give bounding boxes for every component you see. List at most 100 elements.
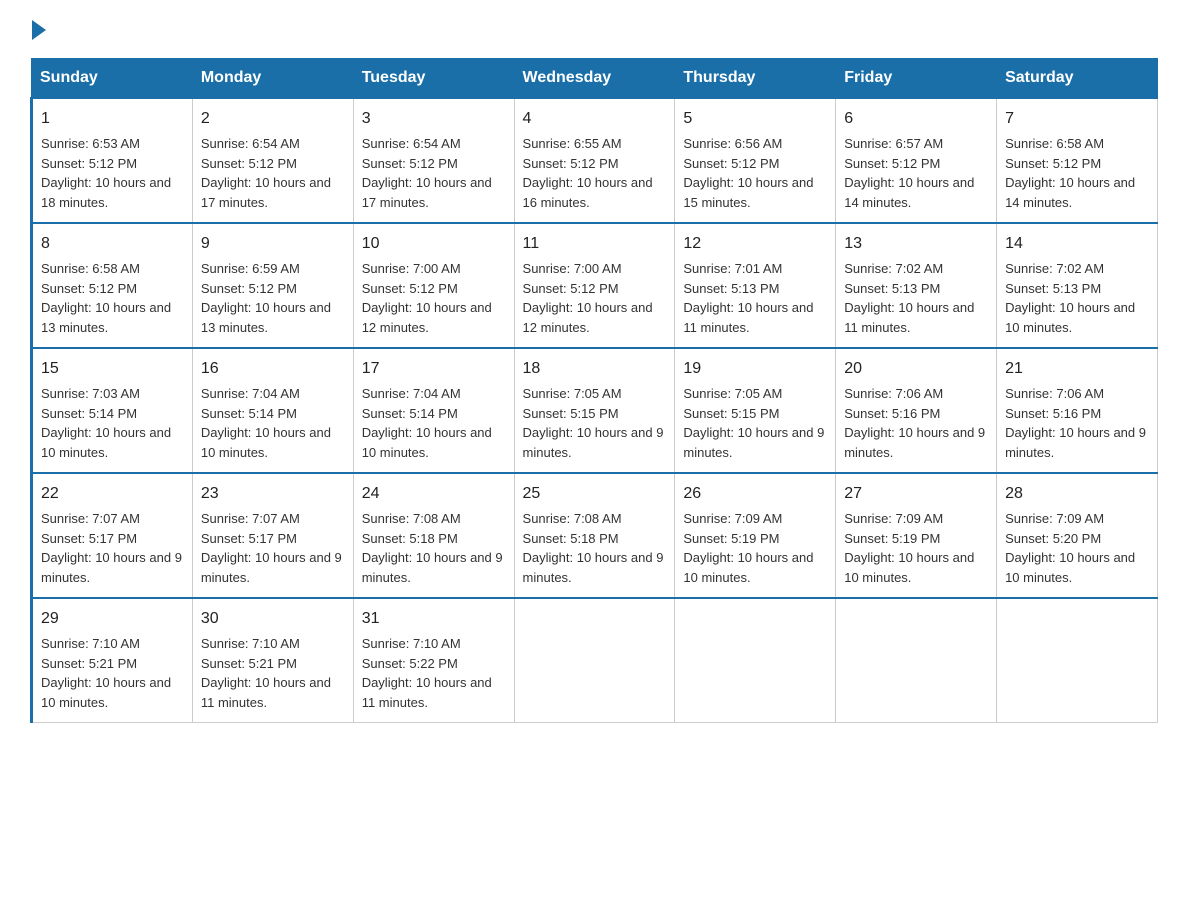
day-number: 11 [523,232,667,256]
day-sunrise: Sunrise: 7:10 AM [201,634,345,654]
day-number: 20 [844,357,988,381]
day-daylight: Daylight: 10 hours and 14 minutes. [1005,173,1149,212]
weekday-header-wednesday: Wednesday [514,59,675,99]
day-sunset: Sunset: 5:13 PM [683,279,827,299]
day-daylight: Daylight: 10 hours and 9 minutes. [523,548,667,587]
day-sunrise: Sunrise: 7:07 AM [201,509,345,529]
day-sunrise: Sunrise: 7:00 AM [362,259,506,279]
calendar-day-cell [836,598,997,723]
day-daylight: Daylight: 10 hours and 10 minutes. [844,548,988,587]
day-sunrise: Sunrise: 7:01 AM [683,259,827,279]
day-sunrise: Sunrise: 6:56 AM [683,134,827,154]
day-sunrise: Sunrise: 7:02 AM [1005,259,1149,279]
day-sunset: Sunset: 5:19 PM [844,529,988,549]
day-sunrise: Sunrise: 7:10 AM [362,634,506,654]
day-sunrise: Sunrise: 7:04 AM [362,384,506,404]
day-sunrise: Sunrise: 7:00 AM [523,259,667,279]
calendar-header: SundayMondayTuesdayWednesdayThursdayFrid… [32,59,1158,99]
weekday-header-friday: Friday [836,59,997,99]
day-sunset: Sunset: 5:15 PM [523,404,667,424]
day-daylight: Daylight: 10 hours and 10 minutes. [1005,548,1149,587]
day-sunset: Sunset: 5:21 PM [41,654,184,674]
day-number: 3 [362,107,506,131]
day-sunrise: Sunrise: 7:08 AM [362,509,506,529]
day-daylight: Daylight: 10 hours and 15 minutes. [683,173,827,212]
day-daylight: Daylight: 10 hours and 17 minutes. [201,173,345,212]
day-number: 31 [362,607,506,631]
day-daylight: Daylight: 10 hours and 9 minutes. [41,548,184,587]
day-sunrise: Sunrise: 7:05 AM [683,384,827,404]
day-number: 12 [683,232,827,256]
day-daylight: Daylight: 10 hours and 16 minutes. [523,173,667,212]
day-daylight: Daylight: 10 hours and 9 minutes. [201,548,345,587]
day-number: 23 [201,482,345,506]
day-sunset: Sunset: 5:12 PM [41,154,184,174]
day-sunrise: Sunrise: 6:58 AM [41,259,184,279]
day-daylight: Daylight: 10 hours and 9 minutes. [1005,423,1149,462]
day-sunrise: Sunrise: 7:10 AM [41,634,184,654]
calendar-day-cell: 5 Sunrise: 6:56 AM Sunset: 5:12 PM Dayli… [675,98,836,223]
calendar-day-cell: 16 Sunrise: 7:04 AM Sunset: 5:14 PM Dayl… [192,348,353,473]
calendar-day-cell: 9 Sunrise: 6:59 AM Sunset: 5:12 PM Dayli… [192,223,353,348]
day-daylight: Daylight: 10 hours and 10 minutes. [683,548,827,587]
day-number: 7 [1005,107,1149,131]
day-sunrise: Sunrise: 6:54 AM [201,134,345,154]
day-number: 5 [683,107,827,131]
day-sunset: Sunset: 5:14 PM [41,404,184,424]
day-number: 14 [1005,232,1149,256]
calendar-day-cell [675,598,836,723]
day-daylight: Daylight: 10 hours and 11 minutes. [844,298,988,337]
day-daylight: Daylight: 10 hours and 9 minutes. [523,423,667,462]
day-sunset: Sunset: 5:12 PM [362,154,506,174]
day-number: 2 [201,107,345,131]
day-number: 28 [1005,482,1149,506]
day-daylight: Daylight: 10 hours and 17 minutes. [362,173,506,212]
day-daylight: Daylight: 10 hours and 9 minutes. [844,423,988,462]
day-daylight: Daylight: 10 hours and 18 minutes. [41,173,184,212]
day-number: 22 [41,482,184,506]
day-sunrise: Sunrise: 6:57 AM [844,134,988,154]
day-sunset: Sunset: 5:17 PM [201,529,345,549]
day-number: 10 [362,232,506,256]
calendar-day-cell: 22 Sunrise: 7:07 AM Sunset: 5:17 PM Dayl… [32,473,193,598]
calendar-day-cell: 26 Sunrise: 7:09 AM Sunset: 5:19 PM Dayl… [675,473,836,598]
calendar-day-cell: 8 Sunrise: 6:58 AM Sunset: 5:12 PM Dayli… [32,223,193,348]
calendar-week-row: 22 Sunrise: 7:07 AM Sunset: 5:17 PM Dayl… [32,473,1158,598]
day-number: 30 [201,607,345,631]
weekday-header-thursday: Thursday [675,59,836,99]
day-sunrise: Sunrise: 7:02 AM [844,259,988,279]
day-sunset: Sunset: 5:12 PM [523,279,667,299]
day-daylight: Daylight: 10 hours and 11 minutes. [683,298,827,337]
day-daylight: Daylight: 10 hours and 9 minutes. [683,423,827,462]
day-daylight: Daylight: 10 hours and 10 minutes. [201,423,345,462]
calendar-day-cell: 24 Sunrise: 7:08 AM Sunset: 5:18 PM Dayl… [353,473,514,598]
day-sunset: Sunset: 5:12 PM [844,154,988,174]
calendar-day-cell: 1 Sunrise: 6:53 AM Sunset: 5:12 PM Dayli… [32,98,193,223]
day-sunset: Sunset: 5:12 PM [683,154,827,174]
calendar-day-cell: 21 Sunrise: 7:06 AM Sunset: 5:16 PM Dayl… [997,348,1158,473]
logo [30,20,48,40]
day-number: 17 [362,357,506,381]
day-number: 8 [41,232,184,256]
day-sunset: Sunset: 5:12 PM [362,279,506,299]
day-daylight: Daylight: 10 hours and 12 minutes. [523,298,667,337]
day-daylight: Daylight: 10 hours and 10 minutes. [41,673,184,712]
day-sunrise: Sunrise: 7:04 AM [201,384,345,404]
day-number: 6 [844,107,988,131]
day-sunset: Sunset: 5:12 PM [41,279,184,299]
day-sunrise: Sunrise: 6:55 AM [523,134,667,154]
weekday-header-tuesday: Tuesday [353,59,514,99]
day-number: 18 [523,357,667,381]
day-sunset: Sunset: 5:20 PM [1005,529,1149,549]
day-number: 19 [683,357,827,381]
calendar-week-row: 29 Sunrise: 7:10 AM Sunset: 5:21 PM Dayl… [32,598,1158,723]
day-sunrise: Sunrise: 7:05 AM [523,384,667,404]
day-number: 24 [362,482,506,506]
calendar-day-cell: 10 Sunrise: 7:00 AM Sunset: 5:12 PM Dayl… [353,223,514,348]
day-number: 1 [41,107,184,131]
calendar-day-cell: 6 Sunrise: 6:57 AM Sunset: 5:12 PM Dayli… [836,98,997,223]
calendar-day-cell: 13 Sunrise: 7:02 AM Sunset: 5:13 PM Dayl… [836,223,997,348]
day-sunrise: Sunrise: 7:09 AM [683,509,827,529]
day-sunrise: Sunrise: 6:58 AM [1005,134,1149,154]
day-sunset: Sunset: 5:14 PM [362,404,506,424]
